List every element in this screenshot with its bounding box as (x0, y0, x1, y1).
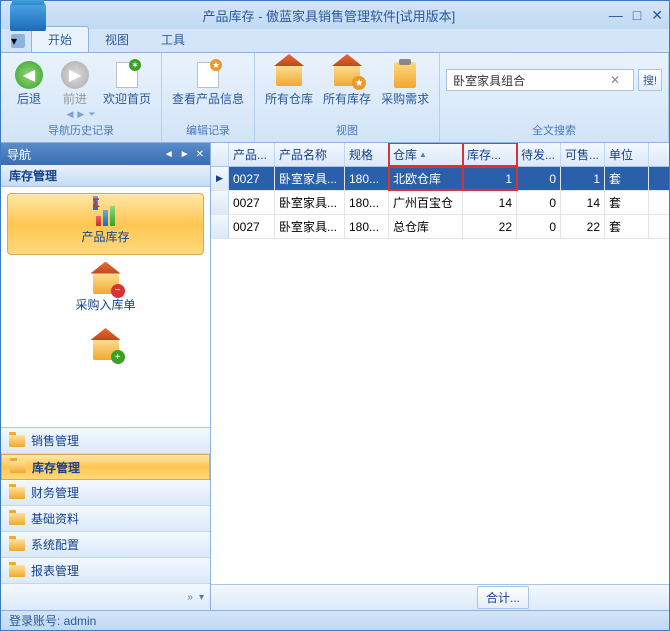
nav-bottom-menu: 销售管理 库存管理 财务管理 基础资料 系统配置 报表管理 » ▾ (1, 427, 210, 610)
forward-icon: ▶ (59, 59, 91, 91)
login-status: 登录账号: admin (9, 612, 96, 629)
house-plus-icon: + (93, 338, 119, 360)
nav-expand-icon[interactable]: » (187, 592, 193, 603)
col-product-code[interactable]: 产品... (229, 143, 275, 166)
main-area: 导航 ◄ ► ✕ 库存管理 Σ 产品库存 − 采购入库单 + 销售管理 库存管理… (1, 143, 669, 610)
search-group-label: 全文搜索 (446, 120, 662, 140)
col-warehouse[interactable]: 仓库▲ (389, 143, 463, 166)
history-pager: ◀▶⏷ (7, 109, 155, 120)
ribbon-group-edit: ★ 查看产品信息 编辑记录 (162, 53, 255, 142)
nav-item-sales[interactable]: 销售管理 (1, 428, 210, 454)
product-info-button[interactable]: ★ 查看产品信息 (168, 57, 248, 120)
nav-item-sysconfig[interactable]: 系统配置 (1, 532, 210, 558)
row-indicator-header (211, 143, 229, 166)
ribbon-tabs: ▾ 开始 视图 工具 (1, 29, 669, 53)
ribbon-group-view: 所有仓库 ★ 所有库存 采购需求 视图 (255, 53, 440, 142)
clipboard-icon (389, 59, 421, 91)
all-warehouse-button[interactable]: 所有仓库 (261, 57, 317, 120)
nav-header: 导航 ◄ ► ✕ (1, 143, 210, 165)
search-button[interactable]: 搜! (638, 69, 662, 91)
nav-body: Σ 产品库存 − 采购入库单 + (1, 187, 210, 427)
grid-body: ▶ 0027 卧室家具... 180... 北欧仓库 1 0 1 套 0027 … (211, 167, 669, 584)
nav-panel: 导航 ◄ ► ✕ 库存管理 Σ 产品库存 − 采购入库单 + 销售管理 库存管理… (1, 143, 211, 610)
home-button[interactable]: ✶ 欢迎首页 (99, 57, 155, 111)
nav-item-inventory[interactable]: 库存管理 (1, 454, 210, 480)
col-unit[interactable]: 单位 (605, 143, 649, 166)
col-available[interactable]: 可售... (561, 143, 605, 166)
nav-item-finance[interactable]: 财务管理 (1, 480, 210, 506)
col-product-name[interactable]: 产品名称 (275, 143, 345, 166)
data-grid: 产品... 产品名称 规格 仓库▲ 库存... 待发... 可售... 单位 ▶… (211, 143, 669, 610)
edit-group-label: 编辑记录 (168, 120, 248, 140)
tab-tools[interactable]: 工具 (145, 27, 201, 52)
table-row[interactable]: 0027 卧室家具... 180... 广州百宝仓 14 0 14 套 (211, 191, 669, 215)
clear-search-icon[interactable]: ✕ (610, 73, 620, 87)
sum-button[interactable]: 合计... (477, 586, 529, 609)
view-group-label: 视图 (261, 120, 433, 140)
nav-next-icon[interactable]: ► (180, 149, 190, 160)
ribbon-group-search: ✕ 搜! 全文搜索 (440, 53, 669, 142)
grid-footer: 合计... (211, 584, 669, 610)
row-indicator: ▶ (211, 167, 229, 190)
chart-icon: Σ (93, 204, 119, 226)
nav-footer: » ▾ (1, 584, 210, 610)
maximize-button[interactable]: □ (633, 7, 641, 24)
nav-btn-extra[interactable]: + (7, 329, 204, 369)
tab-view[interactable]: 视图 (89, 27, 145, 52)
nav-header-label: 导航 (7, 146, 158, 163)
back-button[interactable]: ◀ 后退 (7, 57, 51, 111)
row-indicator (211, 215, 229, 238)
all-stock-button[interactable]: ★ 所有库存 (319, 57, 375, 120)
warehouse-icon (273, 59, 305, 91)
close-button[interactable]: ✕ (651, 7, 663, 24)
nav-item-basedata[interactable]: 基础资料 (1, 506, 210, 532)
forward-button[interactable]: ▶ 前进 (53, 57, 97, 111)
product-info-icon: ★ (192, 59, 224, 91)
col-stock-qty[interactable]: 库存... (463, 143, 517, 166)
table-row[interactable]: ▶ 0027 卧室家具... 180... 北欧仓库 1 0 1 套 (211, 167, 669, 191)
nav-btn-product-stock[interactable]: Σ 产品库存 (7, 193, 204, 255)
minimize-button[interactable]: — (609, 7, 623, 24)
col-spec[interactable]: 规格 (345, 143, 389, 166)
nav-menu-icon[interactable]: ▾ (199, 592, 204, 603)
folder-icon (10, 461, 26, 473)
back-icon: ◀ (13, 59, 45, 91)
nav-btn-purchase-in[interactable]: − 采购入库单 (7, 261, 204, 323)
nav-item-reports[interactable]: 报表管理 (1, 558, 210, 584)
app-icon (7, 1, 49, 43)
history-group-label: 导航历史记录 (7, 120, 155, 140)
purchase-demand-button[interactable]: 采购需求 (377, 57, 433, 120)
folder-icon (9, 565, 25, 577)
nav-prev-icon[interactable]: ◄ (164, 149, 174, 160)
sort-asc-icon: ▲ (419, 150, 427, 159)
table-row[interactable]: 0027 卧室家具... 180... 总仓库 22 0 22 套 (211, 215, 669, 239)
stock-icon: ★ (331, 59, 363, 91)
folder-icon (9, 487, 25, 499)
window-controls: — □ ✕ (609, 7, 663, 24)
nav-section-title: 库存管理 (1, 165, 210, 187)
titlebar: 产品库存 - 傲蓝家具销售管理软件[试用版本] — □ ✕ (1, 1, 669, 29)
statusbar: 登录账号: admin (1, 610, 669, 630)
folder-icon (9, 513, 25, 525)
folder-icon (9, 435, 25, 447)
col-pending[interactable]: 待发... (517, 143, 561, 166)
row-indicator (211, 191, 229, 214)
folder-icon (9, 539, 25, 551)
ribbon-group-history: ◀ 后退 ▶ 前进 ✶ 欢迎首页 ◀▶⏷ 导航历史记录 (1, 53, 162, 142)
ribbon: ◀ 后退 ▶ 前进 ✶ 欢迎首页 ◀▶⏷ 导航历史记录 ★ 查看产品信息 编辑记… (1, 53, 669, 143)
grid-header: 产品... 产品名称 规格 仓库▲ 库存... 待发... 可售... 单位 (211, 143, 669, 167)
nav-close-icon[interactable]: ✕ (196, 149, 204, 160)
window-title: 产品库存 - 傲蓝家具销售管理软件[试用版本] (49, 6, 609, 25)
search-input[interactable] (446, 69, 634, 91)
home-icon: ✶ (111, 59, 143, 91)
house-minus-icon: − (93, 272, 119, 294)
